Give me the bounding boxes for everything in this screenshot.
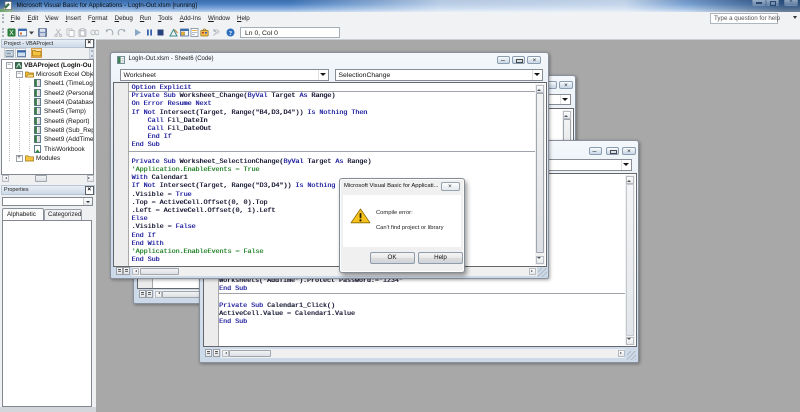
svg-text:X: X <box>9 30 14 37</box>
svg-text:?: ? <box>229 30 232 37</box>
